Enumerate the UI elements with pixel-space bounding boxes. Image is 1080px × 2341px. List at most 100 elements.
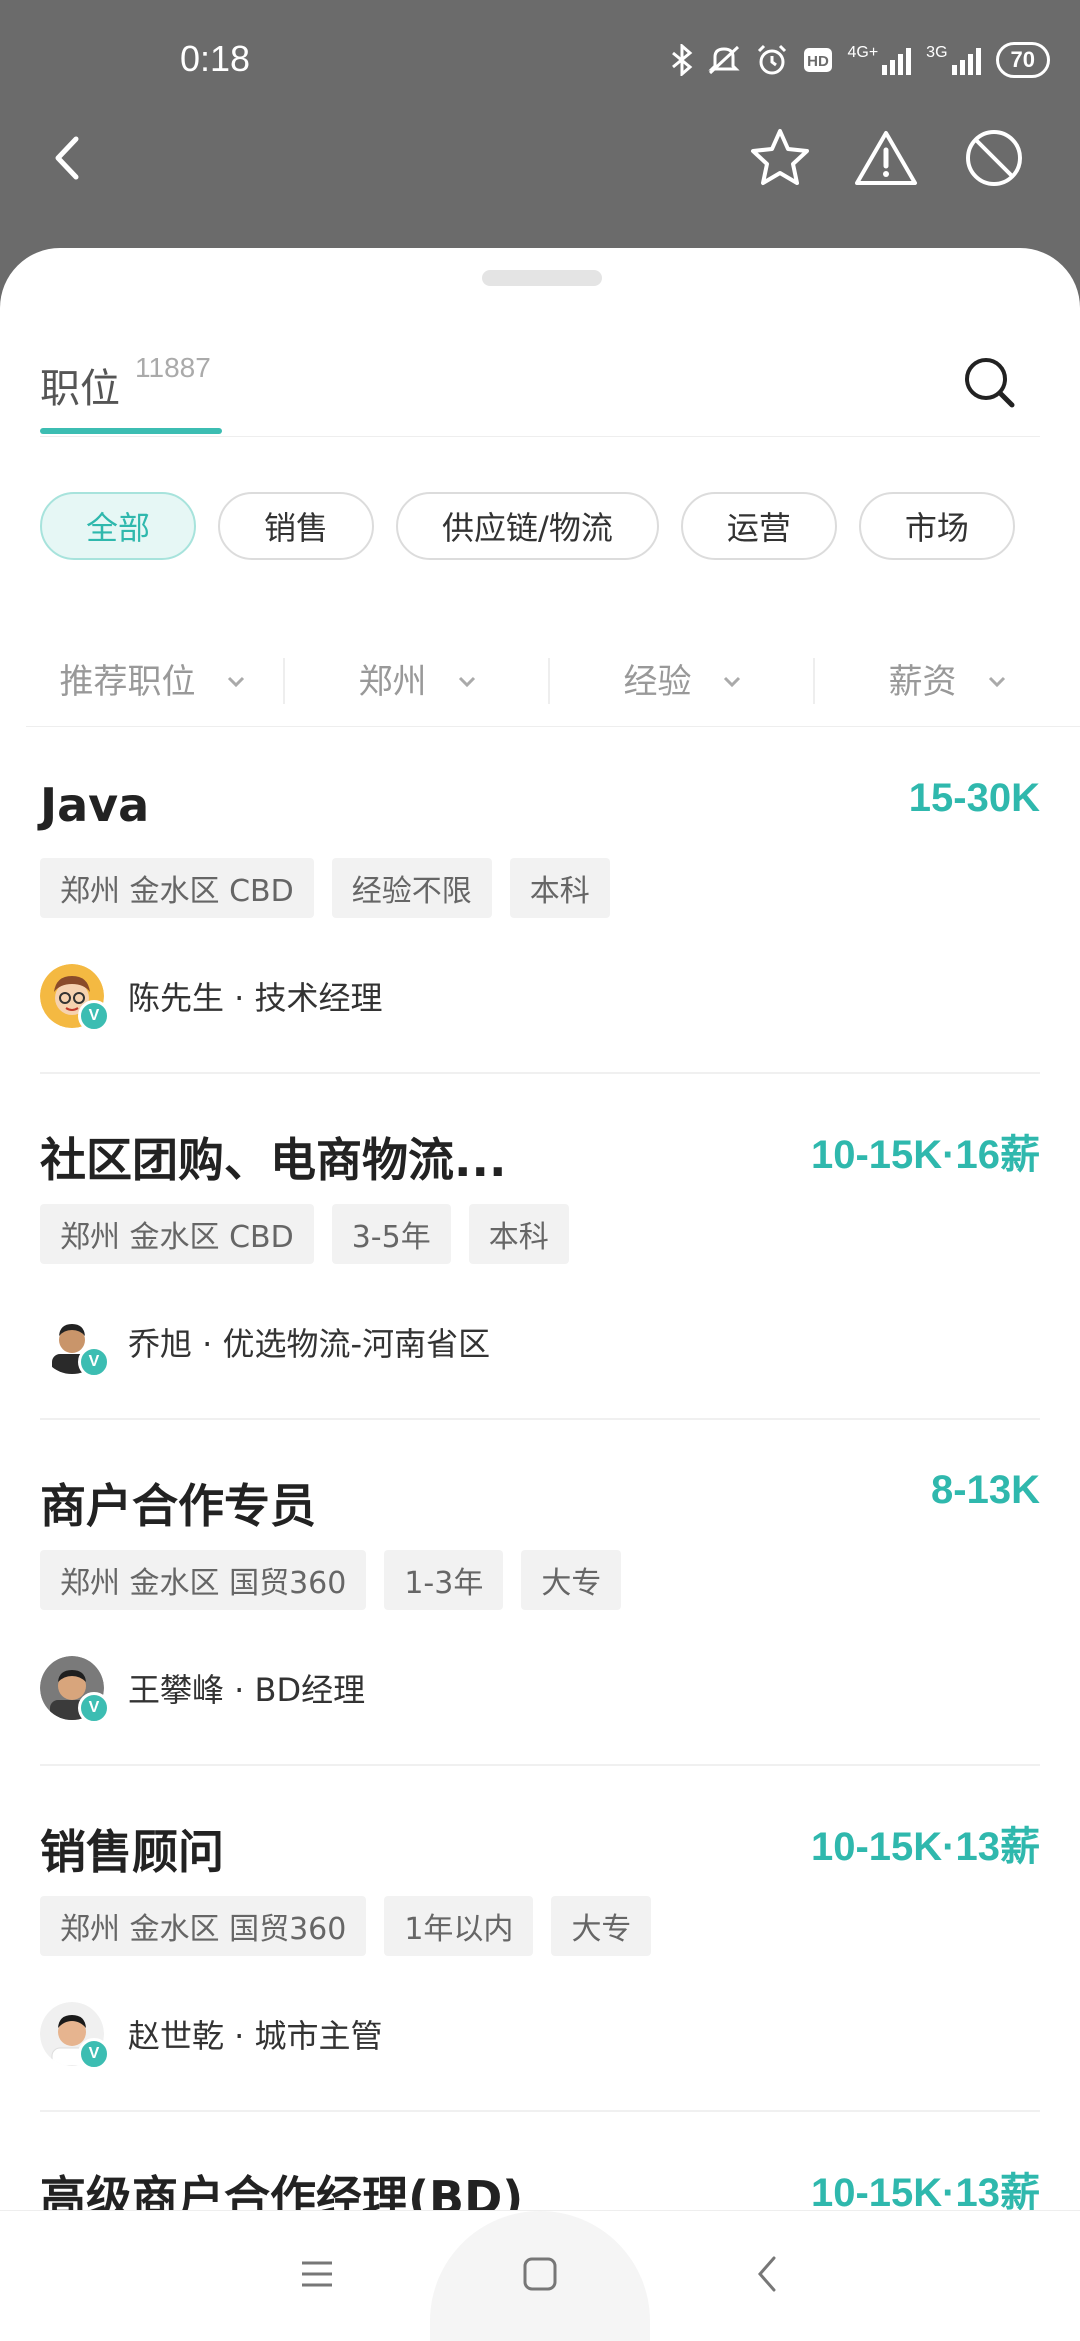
system-nav-bar	[0, 2210, 1080, 2341]
job-tag-experience: 3-5年	[331, 1204, 451, 1264]
search-icon	[960, 358, 1020, 417]
filter-label: 薪资	[888, 661, 957, 702]
job-salary: 15-30K	[908, 776, 1040, 820]
recruiter-name: 乔旭 · 优选物流-河南省区	[128, 1325, 491, 1363]
job-tag-experience: 1年以内	[384, 1896, 534, 1956]
recruiter-name: 王攀峰 · BD经理	[128, 1671, 366, 1709]
filter-salary[interactable]: 薪资	[815, 628, 1080, 728]
verified-icon: V	[78, 1692, 110, 1724]
job-title: 社区团购、电商物流...	[40, 1133, 507, 1187]
warning-icon	[853, 128, 919, 192]
svg-text:HD: HD	[808, 53, 830, 70]
job-salary: 10-15K·13薪	[810, 1825, 1040, 1869]
filter-label: 推荐职位	[59, 661, 196, 702]
back-icon	[48, 133, 88, 187]
job-title: Java	[40, 778, 150, 832]
recruiter-info: V 陈先生 · 技术经理	[40, 964, 383, 1032]
block-icon	[963, 127, 1025, 193]
filter-label: 郑州	[358, 661, 427, 702]
report-button[interactable]	[846, 120, 926, 200]
signal-1-icon: 4G+	[847, 45, 912, 75]
filter-bar: 推荐职位 郑州 经验 薪资	[20, 628, 1080, 728]
star-icon	[748, 127, 812, 193]
bottom-sheet: 职位 11887 全部 销售 供应链/物流 运营 市场 推荐职位 郑州 经验 薪…	[0, 248, 1080, 2210]
job-card[interactable]: 高级商户合作经理(BD) 10-15K·13薪	[40, 2112, 1040, 2210]
avatar: V	[40, 1310, 110, 1378]
alarm-icon	[755, 43, 789, 77]
status-bar: 0:18 HD 4G+ 3G 70	[0, 0, 1080, 120]
hd-icon: HD	[803, 47, 833, 73]
job-tags: 郑州 金水区 国贸360 1年以内 大专	[40, 1896, 652, 1956]
bluetooth-icon	[671, 44, 693, 76]
chip-sales[interactable]: 销售	[218, 492, 375, 560]
job-tags: 郑州 金水区 国贸360 1-3年 大专	[40, 1550, 622, 1610]
filter-label: 经验	[623, 661, 692, 702]
recruiter-info: V 赵世乾 · 城市主管	[40, 2002, 383, 2070]
category-chips: 全部 销售 供应链/物流 运营 市场	[40, 492, 1015, 560]
job-title: 销售顾问	[40, 1825, 224, 1879]
job-title: 高级商户合作经理(BD)	[40, 2171, 524, 2210]
status-icons: HD 4G+ 3G 70	[671, 42, 1050, 78]
chip-supply-chain[interactable]: 供应链/物流	[396, 492, 659, 560]
job-list: Java 15-30K 郑州 金水区 CBD 经验不限 本科 V 陈先生 · 技…	[40, 728, 1040, 2210]
chevron-down-icon	[457, 658, 477, 698]
filter-city[interactable]: 郑州	[285, 628, 550, 728]
job-tag-experience: 经验不限	[331, 858, 492, 918]
chevron-down-icon	[987, 658, 1007, 698]
recruiter-info: V 乔旭 · 优选物流-河南省区	[40, 1310, 491, 1378]
home-button[interactable]	[505, 2241, 575, 2311]
back-button[interactable]	[28, 120, 108, 200]
square-icon	[522, 2256, 558, 2296]
job-tag-location: 郑州 金水区 CBD	[40, 858, 314, 918]
job-salary: 10-15K·16薪	[810, 1133, 1040, 1177]
job-card[interactable]: Java 15-30K 郑州 金水区 CBD 经验不限 本科 V 陈先生 · 技…	[40, 728, 1040, 1074]
mute-icon	[707, 44, 741, 76]
chevron-left-icon	[756, 2254, 780, 2298]
recruiter-info: V 王攀峰 · BD经理	[40, 1656, 366, 1724]
avatar: V	[40, 2002, 110, 2070]
favorite-button[interactable]	[740, 120, 820, 200]
battery-indicator: 70	[995, 42, 1050, 78]
filter-recommend[interactable]: 推荐职位	[20, 628, 285, 728]
divider	[40, 436, 1040, 437]
verified-icon: V	[78, 2038, 110, 2070]
avatar: V	[40, 964, 110, 1032]
chip-all[interactable]: 全部	[40, 492, 197, 560]
job-tags: 郑州 金水区 CBD 3-5年 本科	[40, 1204, 569, 1264]
job-tag-location: 郑州 金水区 CBD	[40, 1204, 314, 1264]
block-button[interactable]	[954, 120, 1034, 200]
job-tag-education: 大专	[551, 1896, 652, 1956]
filter-experience[interactable]: 经验	[550, 628, 815, 728]
tab-jobs-count: 11887	[135, 352, 211, 383]
chevron-down-icon	[226, 658, 246, 698]
job-card[interactable]: 销售顾问 10-15K·13薪 郑州 金水区 国贸360 1年以内 大专 V 赵…	[40, 1766, 1040, 2112]
chevron-down-icon	[722, 658, 742, 698]
signal-2-icon: 3G	[926, 45, 981, 75]
search-button[interactable]	[960, 353, 1020, 413]
job-tag-education: 大专	[521, 1550, 622, 1610]
divider	[26, 726, 1080, 727]
chip-operations[interactable]: 运营	[680, 492, 837, 560]
job-card[interactable]: 商户合作专员 8-13K 郑州 金水区 国贸360 1-3年 大专 V 王攀峰 …	[40, 1420, 1040, 1766]
tab-underline	[40, 428, 222, 434]
nav-back-button[interactable]	[733, 2241, 803, 2311]
job-tag-experience: 1-3年	[384, 1550, 504, 1610]
job-salary: 10-15K·13薪	[810, 2171, 1040, 2210]
job-tags: 郑州 金水区 CBD 经验不限 本科	[40, 858, 610, 918]
menu-icon	[299, 2259, 335, 2293]
job-card[interactable]: 社区团购、电商物流... 10-15K·16薪 郑州 金水区 CBD 3-5年 …	[40, 1074, 1040, 1420]
job-tag-education: 本科	[509, 858, 610, 918]
job-tag-location: 郑州 金水区 国贸360	[40, 1896, 367, 1956]
recents-button[interactable]	[282, 2241, 352, 2311]
tab-jobs[interactable]: 职位	[40, 356, 120, 414]
job-title: 商户合作专员	[40, 1479, 316, 1533]
recruiter-name: 赵世乾 · 城市主管	[128, 2017, 383, 2055]
chip-marketing[interactable]: 市场	[858, 492, 1015, 560]
recruiter-name: 陈先生 · 技术经理	[128, 979, 383, 1017]
verified-icon: V	[78, 1346, 110, 1378]
status-time: 0:18	[180, 38, 251, 79]
top-bar	[0, 120, 1080, 250]
tab-row: 职位 11887	[40, 248, 1040, 438]
job-salary: 8-13K	[931, 1468, 1040, 1512]
avatar: V	[40, 1656, 110, 1724]
